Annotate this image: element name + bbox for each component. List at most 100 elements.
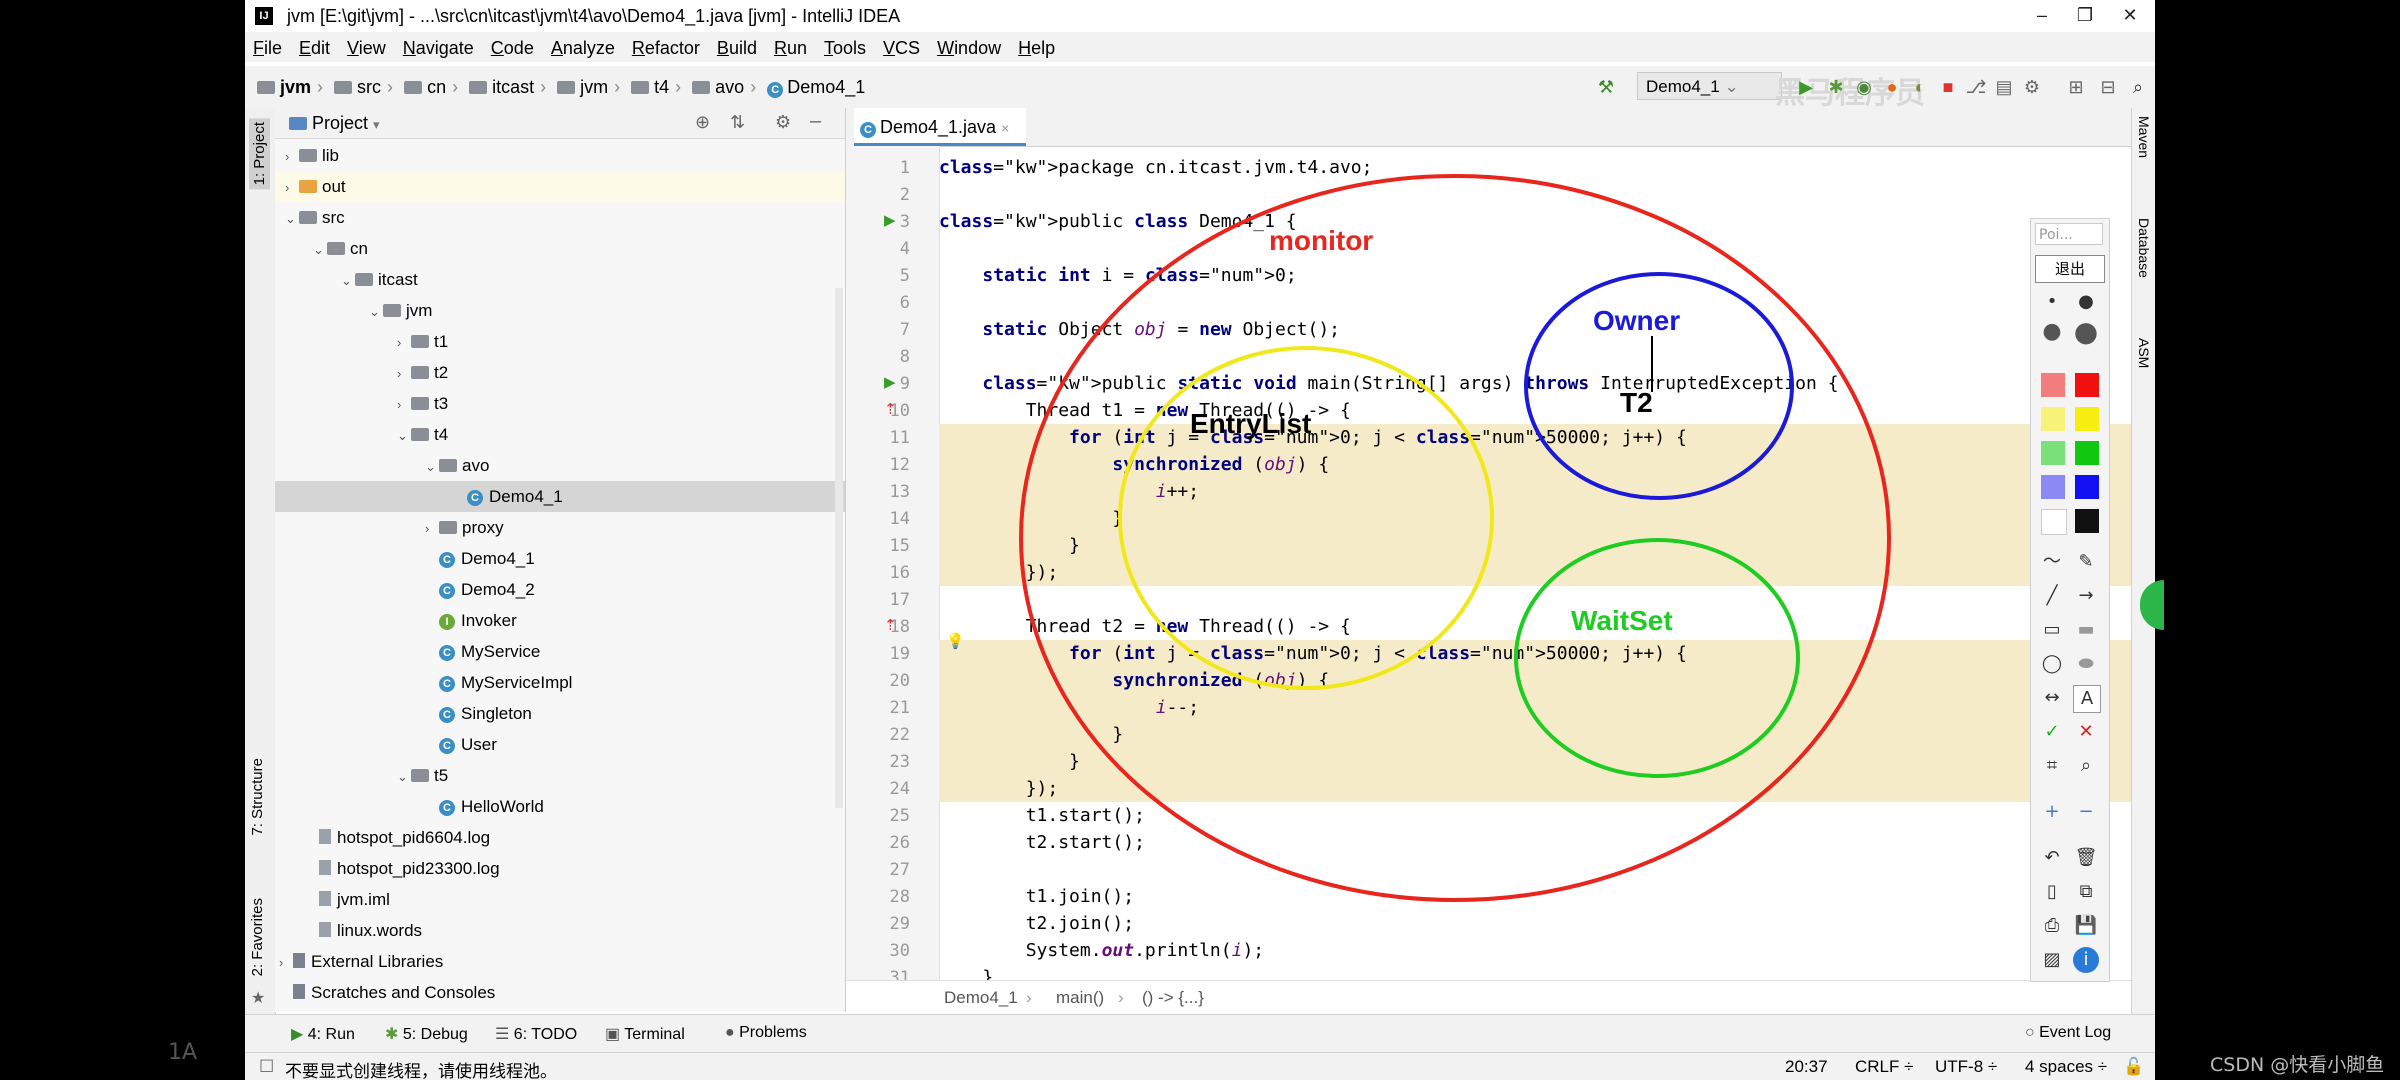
exit-button[interactable]: 退出	[2035, 255, 2105, 283]
tab-asm[interactable]: ASM	[2136, 338, 2152, 368]
code-line[interactable]: static Object obj = new Object();	[939, 316, 2155, 343]
code-line[interactable]: for (int j = class="num">0; j < class="n…	[939, 640, 2155, 667]
tree-item[interactable]: ⌄ jvm	[275, 295, 845, 326]
tree-item[interactable]: › t3	[275, 388, 845, 419]
tree-item[interactable]: C MyService	[275, 636, 845, 667]
menu-code[interactable]: Code	[483, 32, 543, 59]
tree-item[interactable]: I Invoker	[275, 605, 845, 636]
tool-run[interactable]: ▶ 4: Run	[291, 1024, 355, 1044]
structure-icon[interactable]: ▤	[1993, 76, 2015, 98]
chevron-down-icon[interactable]: ⌄	[397, 761, 411, 792]
crumb-itcast[interactable]: itcast	[492, 77, 534, 97]
cross-icon[interactable]: ✕	[2073, 719, 2099, 745]
crumb-cn[interactable]: cn	[427, 77, 446, 97]
tree-item[interactable]: C Demo4_1	[275, 481, 845, 512]
status-toggle-icon[interactable]: ☐	[259, 1057, 274, 1077]
tree-item[interactable]: Scratches and Consoles	[275, 977, 845, 1008]
color-yellow-swatch[interactable]	[2075, 407, 2099, 431]
code-line[interactable]: t2.start();	[939, 829, 2155, 856]
text-tool-icon[interactable]: A	[2073, 685, 2101, 713]
tool-problems[interactable]: ● Problems	[725, 1024, 807, 1042]
code-line[interactable]: class="kw">package cn.itcast.jvm.t4.avo;	[939, 154, 2155, 181]
file-encoding[interactable]: UTF-8 ÷	[1935, 1057, 1997, 1077]
code-line[interactable]: Thread t1 = new Thread(() -> {	[939, 397, 2155, 424]
tree-item[interactable]: › t1	[275, 326, 845, 357]
menu-file[interactable]: File	[245, 32, 291, 59]
run-icon[interactable]: ▶	[1795, 76, 1817, 98]
zoom-out-icon[interactable]: −	[2073, 799, 2099, 825]
crumb-src[interactable]: src	[357, 77, 381, 97]
zoom-icon[interactable]: ⌕	[2073, 753, 2099, 779]
settings-icon[interactable]: ⚙	[2021, 76, 2043, 98]
crumb-demo[interactable]: Demo4_1	[787, 77, 865, 97]
chevron-right-icon[interactable]: ›	[397, 358, 411, 389]
color-light-green-swatch[interactable]	[2041, 441, 2065, 465]
tree-item[interactable]: C Singleton	[275, 698, 845, 729]
dot-xlarge-icon[interactable]: ●	[2073, 318, 2099, 346]
code-line[interactable]: class="kw">public class Demo4_1 {	[939, 208, 2155, 235]
code-line[interactable]: }	[939, 748, 2155, 775]
rectangle-icon[interactable]: ▭	[2039, 617, 2065, 643]
code-line[interactable]: System.out.println(i);	[939, 937, 2155, 964]
check-icon[interactable]: ✓	[2039, 719, 2065, 745]
tab-structure[interactable]: 7: Structure	[249, 758, 266, 836]
menu-edit[interactable]: Edit	[291, 32, 339, 59]
color-white-swatch[interactable]	[2041, 509, 2067, 535]
stop-icon[interactable]: ■	[1937, 76, 1959, 98]
pointer-tool[interactable]: Poi...	[2035, 223, 2103, 245]
chevron-right-icon[interactable]: ›	[425, 513, 439, 544]
intention-bulb-icon[interactable]: 💡	[946, 632, 965, 650]
chevron-down-icon[interactable]: ⌄	[313, 234, 327, 265]
tree-item[interactable]: linux.words	[275, 915, 845, 946]
code-line[interactable]: for (int j = class="num">0; j < class="n…	[939, 424, 2155, 451]
chevron-down-icon[interactable]: ⌄	[341, 265, 355, 296]
code-line[interactable]: t1.start();	[939, 802, 2155, 829]
tree-item[interactable]: ⌄ itcast	[275, 264, 845, 295]
code-line[interactable]: }	[939, 505, 2155, 532]
menu-analyze[interactable]: Analyze	[543, 32, 624, 59]
menu-vcs[interactable]: VCS	[875, 32, 929, 59]
info-icon[interactable]: i	[2073, 947, 2099, 973]
build-hammer-icon[interactable]: ⚒	[1595, 76, 1617, 98]
tab-maven[interactable]: Maven	[2136, 116, 2152, 158]
menu-help[interactable]: Help	[1010, 32, 1064, 59]
tree-item[interactable]: hotspot_pid6604.log	[275, 822, 845, 853]
crumb-lambda[interactable]: () -> {...}	[1142, 988, 1204, 1008]
code-line[interactable]: t1.join();	[939, 883, 2155, 910]
locate-icon[interactable]: ⊕	[695, 112, 710, 133]
color-blue-swatch[interactable]	[2075, 475, 2099, 499]
minimize-button[interactable]: –	[2022, 2, 2062, 28]
code-area[interactable]: class="kw">package cn.itcast.jvm.t4.avo;…	[939, 146, 2155, 988]
code-line[interactable]: i--;	[939, 694, 2155, 721]
freehand-icon[interactable]: 〜	[2039, 549, 2065, 575]
run-config-select[interactable]: Demo4_1 ⌄	[1637, 72, 1782, 100]
arrow-line-icon[interactable]: →	[2073, 583, 2099, 609]
code-line[interactable]: t2.join();	[939, 910, 2155, 937]
code-line[interactable]	[939, 586, 2155, 613]
tree-item[interactable]: › proxy	[275, 512, 845, 543]
tree-item[interactable]: › t2	[275, 357, 845, 388]
code-line[interactable]: class="kw">public static void main(Strin…	[939, 370, 2155, 397]
code-line[interactable]	[939, 343, 2155, 370]
dot-small-icon[interactable]: •	[2039, 289, 2065, 315]
tree-item[interactable]: hotspot_pid23300.log	[275, 853, 845, 884]
profile-icon[interactable]: ●	[1881, 76, 1903, 98]
eraser-icon[interactable]: ✎	[2073, 549, 2099, 575]
code-line[interactable]: i++;	[939, 478, 2155, 505]
color-light-blue-swatch[interactable]	[2041, 475, 2065, 499]
color-light-yellow-swatch[interactable]	[2041, 407, 2065, 431]
menu-run[interactable]: Run	[766, 32, 816, 59]
lock-icon[interactable]: 🔓	[2123, 1057, 2144, 1077]
tree-item[interactable]: jvm.iml	[275, 884, 845, 915]
menu-tools[interactable]: Tools	[816, 32, 875, 59]
project-title[interactable]: Project ▾	[289, 113, 380, 134]
code-line[interactable]: synchronized (obj) {	[939, 667, 2155, 694]
tree-item[interactable]: › External Libraries	[275, 946, 845, 977]
tool-event-log[interactable]: ○ Event Log	[2025, 1024, 2111, 1042]
tool-todo[interactable]: ☰ 6: TODO	[495, 1024, 577, 1044]
line-separator[interactable]: CRLF ÷	[1855, 1057, 1913, 1077]
crumb-method[interactable]: main()	[1056, 988, 1104, 1008]
code-line[interactable]	[939, 289, 2155, 316]
close-tab-icon[interactable]: ×	[1001, 120, 1009, 136]
code-line[interactable]: }	[939, 532, 2155, 559]
